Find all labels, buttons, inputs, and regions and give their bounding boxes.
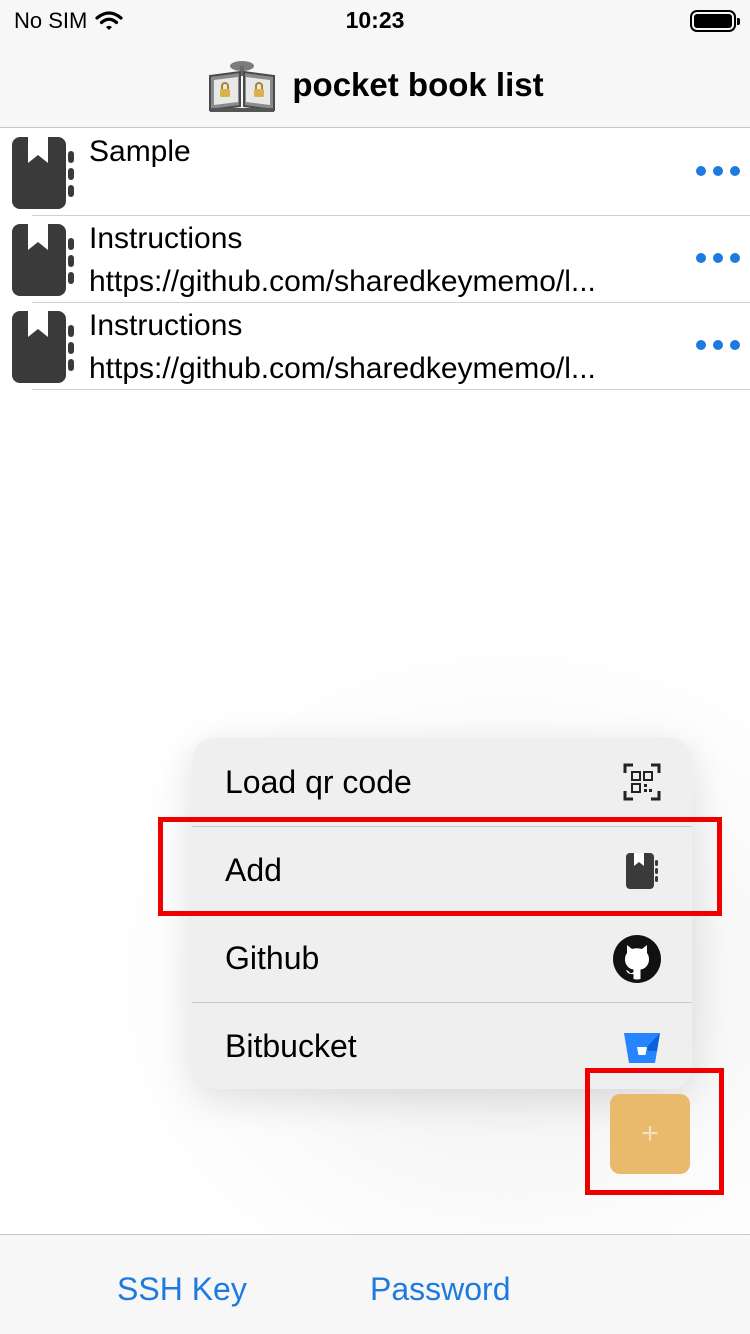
tab-bar: SSH Key Password (0, 1234, 750, 1334)
book-url: https://github.com/sharedkeymemo/l... (89, 265, 596, 298)
list-item[interactable]: Instructions https://github.com/sharedke… (0, 303, 750, 390)
book-icon (12, 137, 74, 209)
book-title: Sample (89, 135, 191, 168)
book-icon (626, 853, 658, 889)
book-url: https://github.com/sharedkeymemo/l... (89, 352, 596, 385)
add-menu: Load qr code Add Github Bitbucket (192, 738, 692, 1089)
bitbucket-icon (624, 1033, 660, 1063)
book-icon (12, 311, 74, 383)
menu-item-github[interactable]: Github (192, 914, 692, 1002)
menu-item-add[interactable]: Add (192, 826, 692, 914)
nav-bar: pocket book list (0, 42, 750, 128)
menu-item-load-qr-code[interactable]: Load qr code (192, 738, 692, 826)
menu-item-label: Add (225, 852, 282, 888)
book-title: Instructions (89, 309, 243, 342)
status-bar: No SIM 10:23 (0, 0, 750, 42)
menu-item-label: Load qr code (225, 763, 412, 800)
github-icon (613, 935, 661, 983)
open-book-logo-icon (209, 60, 276, 112)
list-item[interactable]: Sample (0, 129, 750, 216)
tab-ssh-key[interactable]: SSH Key (117, 1271, 247, 1308)
more-options-icon[interactable] (696, 159, 740, 183)
list-item[interactable]: Instructions https://github.com/sharedke… (0, 216, 750, 303)
page-title: pocket book list (292, 65, 544, 103)
book-list: Sample Instructions https://github.com/s… (0, 129, 750, 390)
menu-item-bitbucket[interactable]: Bitbucket (192, 1002, 692, 1089)
add-button[interactable]: + (610, 1094, 690, 1174)
more-options-icon[interactable] (696, 246, 740, 270)
status-time: 10:23 (345, 7, 405, 33)
plus-icon: + (641, 1117, 659, 1150)
book-icon (12, 224, 74, 296)
qr-code-icon (623, 763, 661, 801)
tab-password[interactable]: Password (370, 1271, 511, 1308)
menu-item-label: Github (225, 940, 320, 976)
book-title: Instructions (89, 222, 243, 255)
menu-item-label: Bitbucket (225, 1028, 357, 1064)
more-options-icon[interactable] (696, 333, 740, 357)
battery-icon (690, 10, 740, 32)
